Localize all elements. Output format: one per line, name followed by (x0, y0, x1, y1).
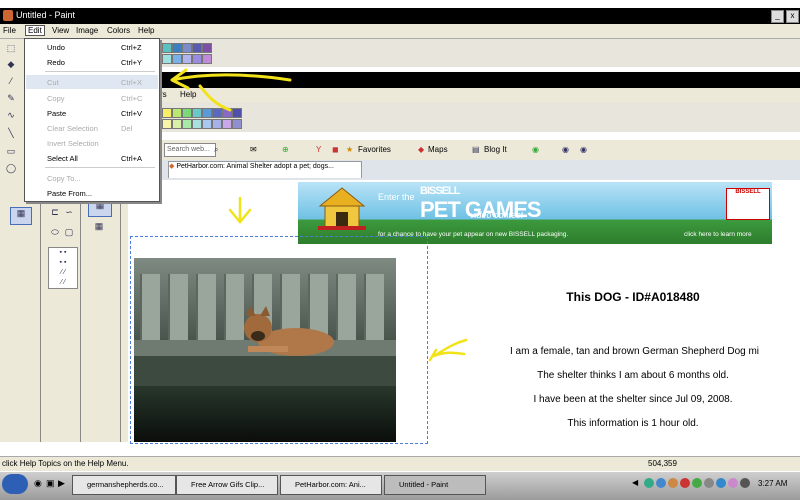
cursor-coordinates: 504,359 (648, 459, 677, 468)
taskbar-item-label: PetHarbor.com: Ani... (295, 480, 366, 489)
tray-expand-icon[interactable]: ◀ (632, 478, 638, 487)
taskbar-clock[interactable]: 3:27 AM (758, 479, 787, 488)
annotation-layer (170, 68, 468, 362)
tray-icon[interactable] (740, 478, 750, 488)
taskbar-item-active[interactable]: Untitled - Paint (384, 475, 486, 495)
taskbar-item[interactable]: germanshepherds.co... (72, 475, 176, 495)
tray-icon[interactable] (728, 478, 738, 488)
tray-icon[interactable] (704, 478, 714, 488)
quicklaunch-browser-icon[interactable]: ◉ (34, 478, 42, 489)
taskbar-item-label: Untitled - Paint (399, 480, 449, 489)
taskbar-item[interactable]: Free Arrow Gifs Clip... (176, 475, 278, 495)
quicklaunch-media-icon[interactable]: ▶ (58, 478, 65, 489)
start-button[interactable] (2, 474, 28, 494)
tray-icon[interactable] (644, 478, 654, 488)
tray-icon[interactable] (692, 478, 702, 488)
tray-icon[interactable] (656, 478, 666, 488)
taskbar-item-label: Free Arrow Gifs Clip... (191, 480, 265, 489)
tray-icon[interactable] (680, 478, 690, 488)
taskbar-item[interactable]: PetHarbor.com: Ani... (280, 475, 382, 495)
tray-icon[interactable] (668, 478, 678, 488)
tray-icon[interactable] (716, 478, 726, 488)
quicklaunch-desktop-icon[interactable]: ▣ (46, 478, 55, 489)
arrow-left-icon (428, 338, 468, 362)
status-help-text: click Help Topics on the Help Menu. (2, 459, 129, 468)
arrow-pointing-cut-icon (170, 68, 292, 112)
taskbar-item-label: germanshepherds.co... (87, 480, 164, 489)
arrow-down-icon (228, 196, 252, 224)
